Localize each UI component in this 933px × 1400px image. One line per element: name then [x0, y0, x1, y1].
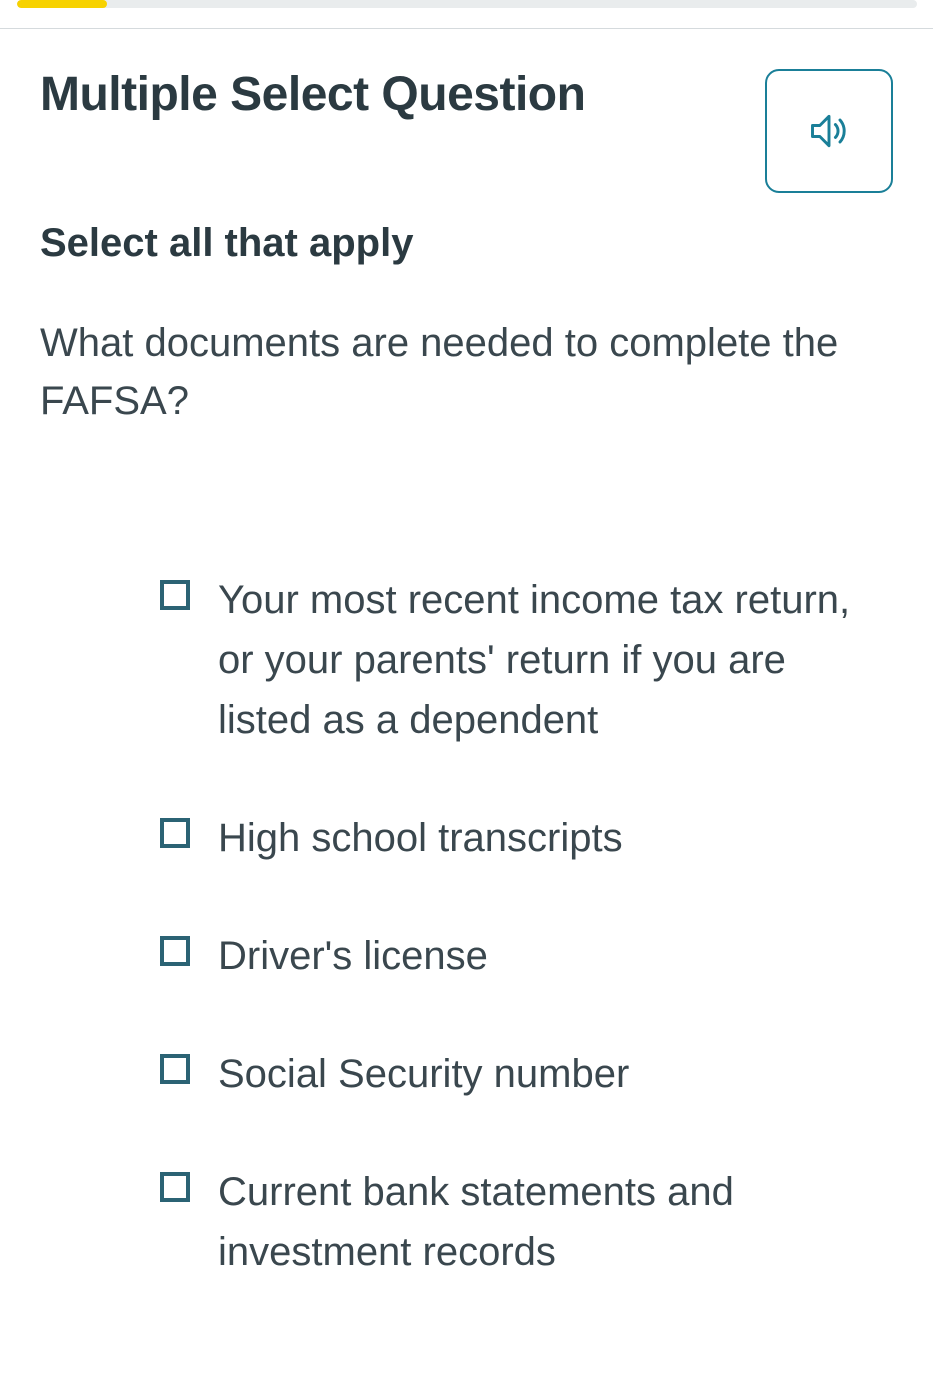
checkbox-icon	[160, 580, 190, 610]
question-title: Multiple Select Question	[40, 69, 585, 122]
audio-button[interactable]	[765, 69, 893, 193]
option-label: Driver's license	[218, 926, 488, 986]
option-label: Your most recent income tax return, or y…	[218, 570, 853, 750]
option-checkbox-1[interactable]: Your most recent income tax return, or y…	[160, 570, 853, 750]
option-checkbox-2[interactable]: High school transcripts	[160, 808, 853, 868]
option-label: High school transcripts	[218, 808, 623, 868]
options-list: Your most recent income tax return, or y…	[40, 570, 893, 1282]
option-checkbox-4[interactable]: Social Security number	[160, 1044, 853, 1104]
progress-track	[17, 0, 917, 8]
option-checkbox-3[interactable]: Driver's license	[160, 926, 853, 986]
checkbox-icon	[160, 936, 190, 966]
question-text: What documents are needed to complete th…	[40, 314, 860, 430]
progress-fill	[17, 0, 107, 8]
option-label: Social Security number	[218, 1044, 629, 1104]
option-checkbox-5[interactable]: Current bank statements and invest­ment …	[160, 1162, 853, 1282]
question-subtitle: Select all that apply	[40, 221, 893, 266]
checkbox-icon	[160, 1172, 190, 1202]
option-label: Current bank statements and invest­ment …	[218, 1162, 853, 1282]
checkbox-icon	[160, 818, 190, 848]
progress-bar	[0, 0, 933, 8]
speaker-icon	[807, 109, 851, 153]
checkbox-icon	[160, 1054, 190, 1084]
